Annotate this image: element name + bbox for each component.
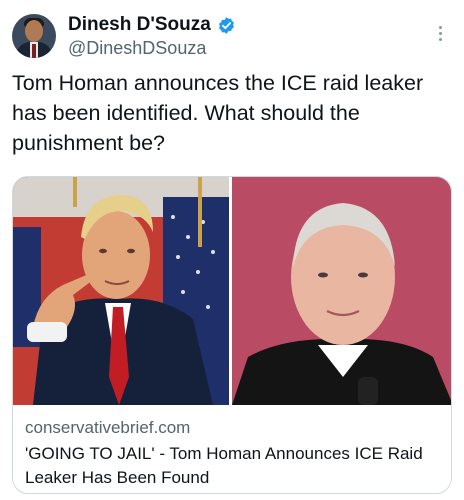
card-domain: conservativebrief.com [25, 418, 191, 437]
link-card[interactable]: conservativebrief.com 'GOING TO JAIL' - … [12, 176, 452, 494]
card-meta: conservativebrief.com 'GOING TO JAIL' - … [25, 417, 445, 490]
more-options-icon[interactable] [430, 22, 450, 44]
card-title[interactable]: 'GOING TO JAIL' - Tom Homan Announces IC… [25, 442, 445, 490]
tweet-text: Tom Homan announces the ICE raid leaker … [12, 71, 424, 155]
avatar[interactable] [12, 14, 56, 58]
avatar-tie [32, 44, 36, 58]
card-image[interactable] [13, 177, 451, 405]
name-row: Dinesh D'Souza [68, 14, 236, 36]
card-image-graphic [13, 177, 451, 405]
photo-man-pointing [13, 177, 229, 405]
verified-badge-icon [218, 16, 234, 34]
photo-man-portrait [232, 177, 451, 405]
avatar-face [25, 20, 43, 42]
tweet-header: Dinesh D'Souza @DineshDSouza [12, 10, 452, 60]
display-name[interactable]: Dinesh D'Souza [68, 14, 211, 36]
handle[interactable]: @DineshDSouza [68, 38, 206, 59]
